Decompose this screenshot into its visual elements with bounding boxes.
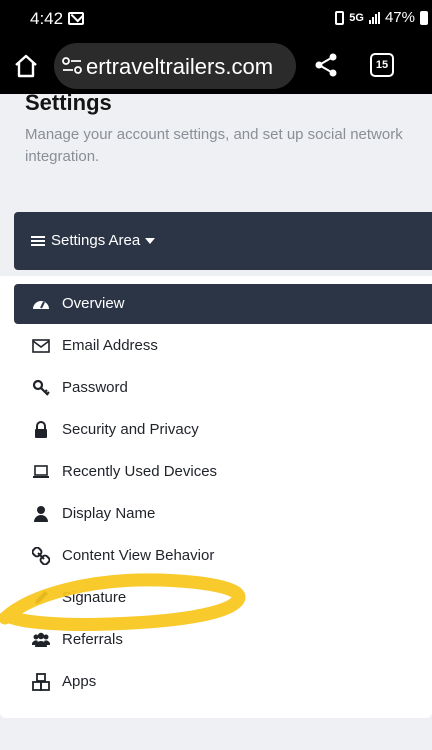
users-icon	[32, 632, 50, 647]
nav-item-content-view-behavior[interactable]: Content View Behavior	[14, 536, 432, 576]
battery-saver-icon	[335, 10, 345, 25]
nav-item-label: Password	[62, 379, 128, 396]
nav-item-label: Email Address	[62, 337, 158, 354]
lock-icon	[35, 421, 47, 438]
caret-down-icon	[145, 238, 155, 244]
cubes-icon	[32, 673, 50, 691]
user-icon	[34, 506, 48, 522]
status-time: 4:42	[30, 9, 64, 28]
nav-item-label: Content View Behavior	[62, 547, 215, 564]
status-indicators: 5G 47%	[335, 9, 428, 26]
battery-icon	[420, 10, 428, 25]
home-icon[interactable]	[12, 52, 40, 80]
laptop-icon	[33, 465, 49, 478]
nav-item-label: Security and Privacy	[62, 421, 199, 438]
nav-item-overview[interactable]: Overview	[14, 284, 432, 324]
dashboard-icon	[33, 301, 49, 309]
nav-item-apps[interactable]: Apps	[14, 662, 432, 702]
page-description: Manage your account settings, and set up…	[25, 126, 403, 165]
nav-item-label: Referrals	[62, 631, 123, 648]
settings-area-dropdown[interactable]: Settings Area	[14, 212, 432, 270]
key-icon	[32, 379, 50, 396]
battery-percent: 47%	[384, 9, 415, 26]
tab-switcher-button[interactable]: 15	[370, 53, 394, 77]
site-settings-icon[interactable]	[62, 57, 82, 75]
page-header: Settings Manage your account settings, a…	[0, 90, 432, 196]
nav-item-security-and-privacy[interactable]: Security and Privacy	[14, 410, 432, 450]
nav-item-password[interactable]: Password	[14, 368, 432, 408]
nav-item-signature[interactable]: Signature	[14, 578, 432, 618]
mail-notification-icon	[68, 12, 84, 25]
nav-item-label: Recently Used Devices	[62, 463, 218, 480]
nav-item-recently-used-devices[interactable]: Recently Used Devices	[14, 452, 432, 492]
pen-icon	[35, 591, 48, 604]
browser-toolbar: ertraveltrailers.com 15	[0, 38, 432, 94]
link-icon	[32, 547, 50, 565]
nav-item-label: Overview	[62, 295, 125, 312]
nav-item-label: Display Name	[62, 505, 156, 522]
url-text: ertraveltrailers.com	[86, 54, 274, 79]
settings-nav: Overview Email Address Password Security…	[0, 276, 432, 718]
address-bar[interactable]: ertraveltrailers.com	[54, 43, 296, 89]
nav-item-label: Apps	[62, 673, 97, 690]
network-type: 5G	[349, 11, 364, 24]
nav-item-display-name[interactable]: Display Name	[14, 494, 432, 534]
share-icon[interactable]	[312, 51, 340, 79]
page-title: Settings	[25, 90, 112, 115]
signal-icon	[368, 11, 380, 24]
settings-area-label: Settings Area	[51, 232, 141, 249]
menu-bars-icon	[31, 236, 45, 246]
envelope-icon	[32, 339, 50, 353]
nav-item-referrals[interactable]: Referrals	[14, 620, 432, 660]
nav-item-label: Signature	[62, 589, 127, 606]
status-bar: 4:42 5G 47%	[0, 0, 432, 38]
nav-item-email-address[interactable]: Email Address	[14, 326, 432, 366]
